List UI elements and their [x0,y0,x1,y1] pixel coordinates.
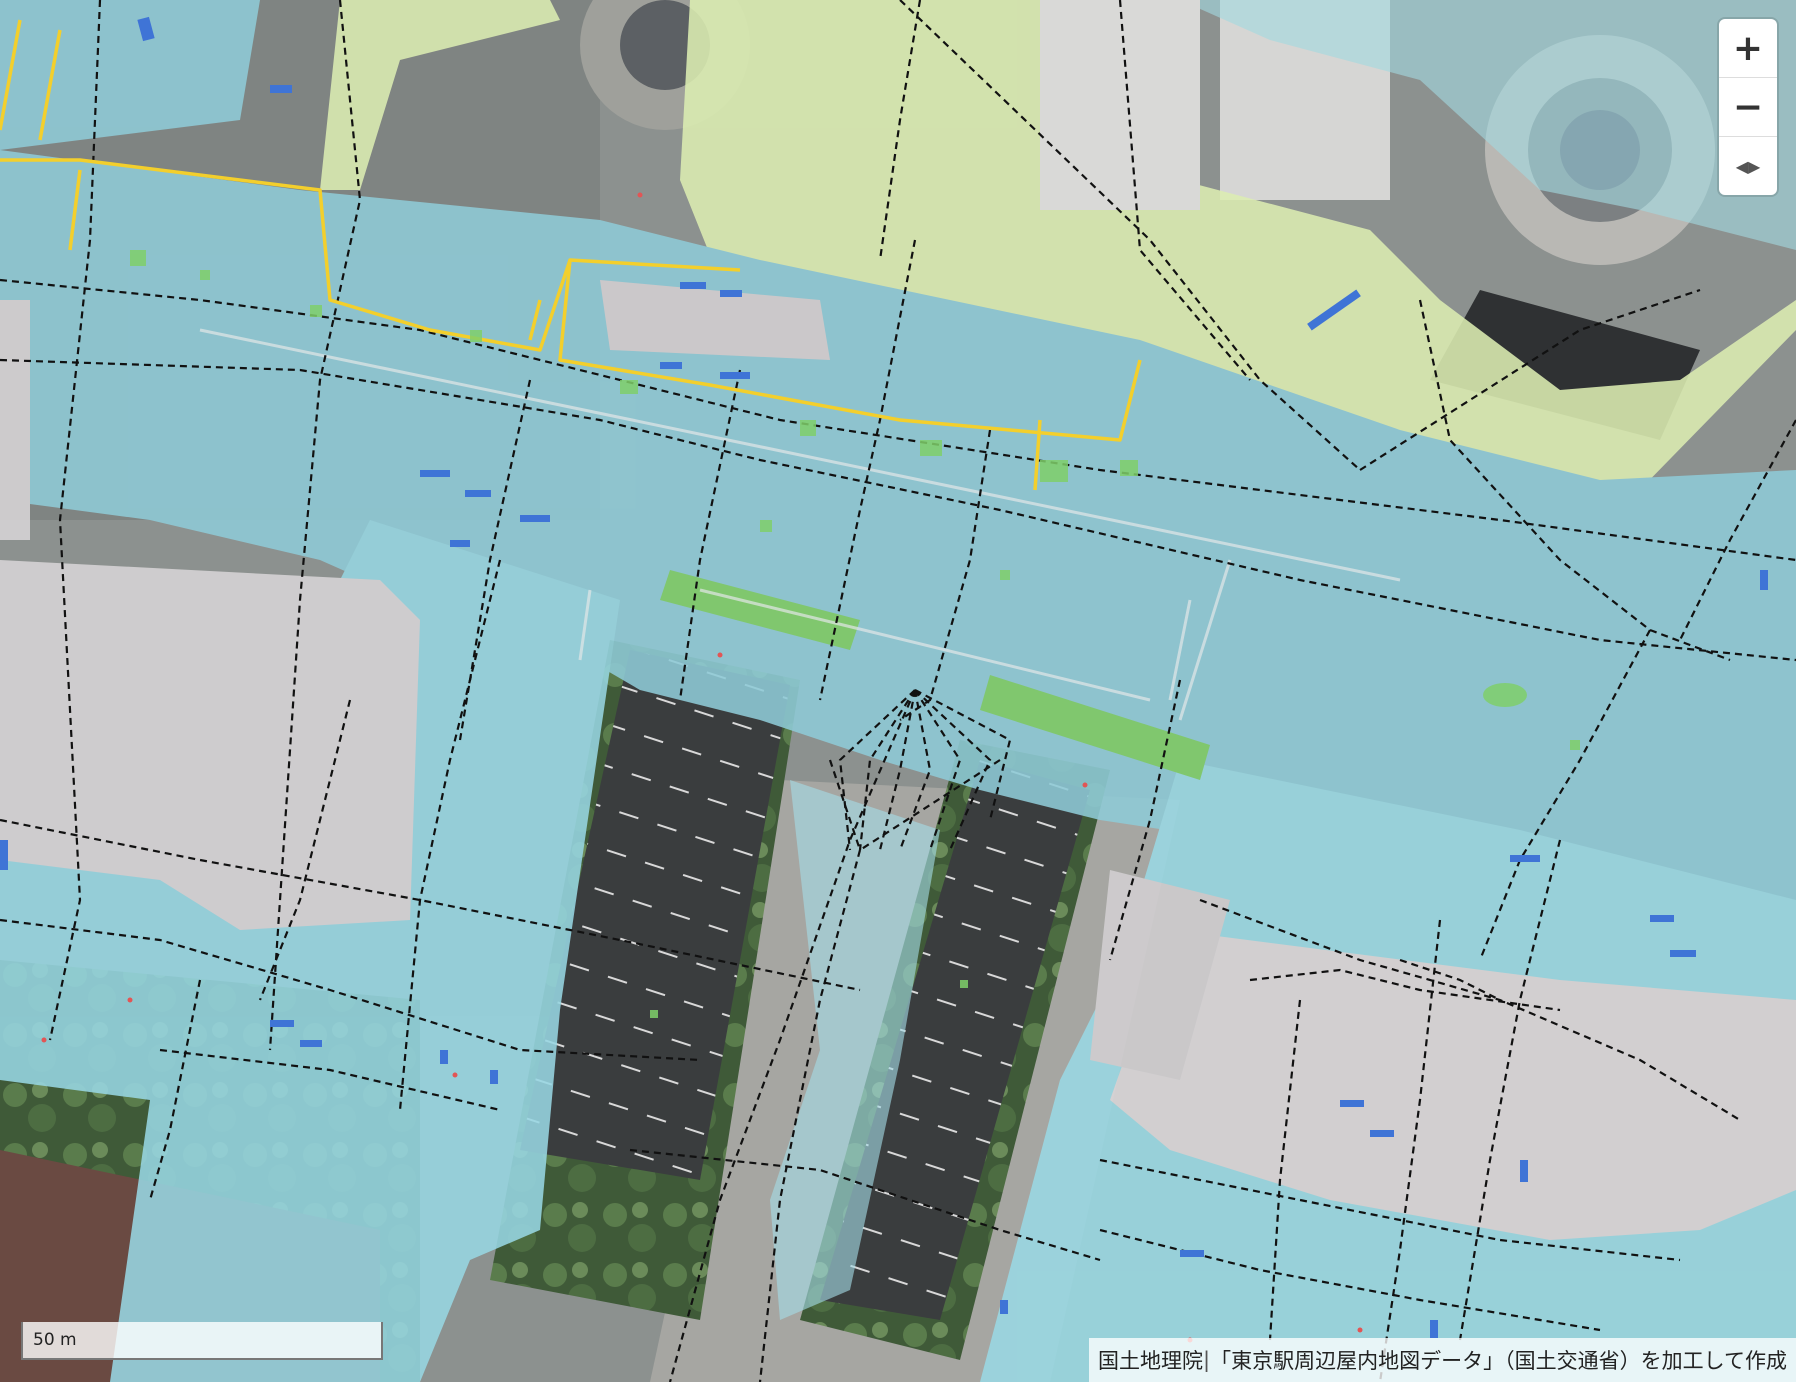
attribution-source-link[interactable]: 国土地理院 [1098,1345,1203,1375]
map-view[interactable] [0,0,1796,1382]
zoom-in-button[interactable]: + [1719,19,1777,78]
scale-bar: 50 m [21,1322,383,1360]
map-canvas [0,0,1796,1382]
building-area [0,300,30,540]
zoom-out-button[interactable]: − [1719,78,1777,137]
compass-button[interactable]: ◀▶ [1719,137,1777,195]
zoom-control: + − ◀▶ [1719,19,1777,195]
attribution-credit: 「東京駅周辺屋内地図データ」（国土交通省）を加工して作成 [1210,1349,1787,1373]
scale-label: 50 m [33,1330,77,1350]
attribution-separator: | [1203,1348,1211,1372]
building-area [1040,0,1200,210]
attribution: 国土地理院 | 「東京駅周辺屋内地図データ」（国土交通省）を加工して作成 [1089,1338,1796,1382]
